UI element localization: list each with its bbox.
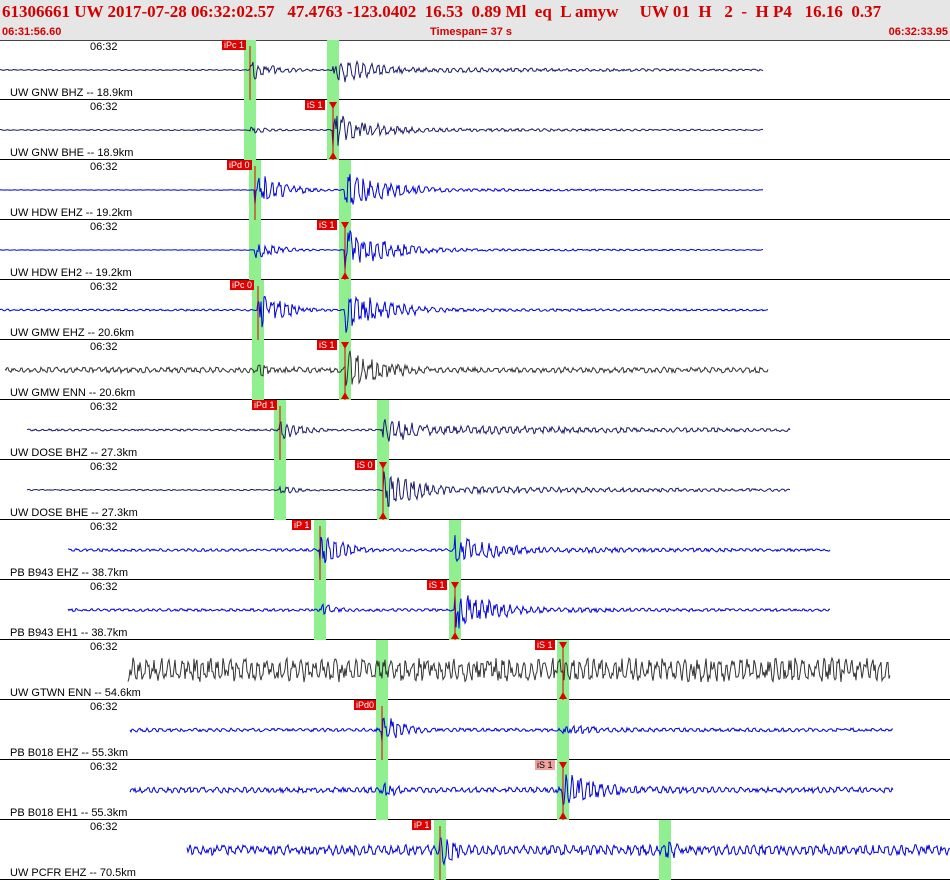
waveform-plot[interactable]	[0, 700, 950, 760]
station-label: UW GNW BHZ -- 18.9km	[10, 87, 133, 99]
waveform-trace	[0, 230, 763, 270]
phase-pick-label[interactable]: iS 1	[305, 100, 325, 110]
time-tick-label: 06:32	[90, 641, 118, 653]
waveform-plot[interactable]	[0, 160, 950, 220]
station-label: UW GTWN ENN -- 54.6km	[10, 687, 141, 699]
waveform-plot[interactable]	[0, 460, 950, 520]
station-label: UW HDW EH2 -- 19.2km	[10, 267, 132, 279]
trace-panel[interactable]: 06:32 UW GMW EHZ -- 20.6km iPc 0	[0, 280, 950, 340]
time-tick-label: 06:32	[90, 341, 118, 353]
waveform-trace	[129, 717, 893, 742]
time-tick-label: 06:32	[90, 581, 118, 593]
trace-panel[interactable]: 06:32 UW GNW BHZ -- 18.9km iPc 1	[0, 40, 950, 100]
waveform-plot[interactable]	[0, 580, 950, 640]
trace-panel[interactable]: 06:32 PB B943 EH1 -- 38.7km iS 1	[0, 580, 950, 640]
station-label: UW GNW BHE -- 18.9km	[10, 147, 134, 159]
seismogram-panels[interactable]: 06:32 UW GNW BHZ -- 18.9km iPc 1 06:32 UW GN…	[0, 40, 950, 880]
waveform-trace	[127, 656, 891, 683]
waveform-plot[interactable]	[0, 820, 950, 880]
trace-panel[interactable]: 06:32 UW HDW EHZ -- 19.2km iPd 0	[0, 160, 950, 220]
waveform-plot[interactable]	[0, 640, 950, 700]
time-tick-label: 06:32	[90, 521, 118, 533]
s-window	[449, 520, 461, 580]
time-tick-label: 06:32	[90, 221, 118, 233]
phase-pick-label[interactable]: iS 1	[535, 640, 555, 650]
station-label: PB B943 EHZ -- 38.7km	[10, 567, 128, 579]
phase-pick-label[interactable]: iP 1	[292, 520, 312, 530]
phase-pick-label[interactable]: iPd 0	[227, 160, 252, 170]
time-tick-label: 06:32	[90, 701, 118, 713]
waveform-plot[interactable]	[0, 100, 950, 160]
waveform-trace	[26, 471, 790, 507]
trace-panel[interactable]: 06:32 UW GMW ENN -- 20.6km iS 1	[0, 340, 950, 400]
waveform-plot[interactable]	[0, 280, 950, 340]
trace-panel[interactable]: 06:32 UW PCFR EHZ -- 70.5km iP 1	[0, 820, 950, 880]
waveform-trace	[4, 350, 769, 386]
waveform-trace	[129, 774, 894, 808]
station-label: UW GMW ENN -- 20.6km	[10, 387, 136, 399]
waveform-trace	[0, 174, 764, 206]
waveform-trace	[26, 419, 791, 442]
phase-pick-label[interactable]: iS 1	[535, 760, 555, 770]
waveform-trace	[0, 115, 764, 148]
station-label: UW GMW EHZ -- 20.6km	[10, 327, 135, 339]
phase-pick-label[interactable]: iP 1	[412, 820, 432, 830]
station-label: UW HDW EHZ -- 19.2km	[10, 207, 133, 219]
phase-pick-label[interactable]: iS 1	[427, 580, 447, 590]
time-tick-label: 06:32	[90, 41, 118, 53]
trace-panel[interactable]: 06:32 UW GTWN ENN -- 54.6km iS 1	[0, 640, 950, 700]
time-tick-label: 06:32	[90, 401, 118, 413]
trace-panel[interactable]: 06:32 UW GNW BHE -- 18.9km iS 1	[0, 100, 950, 160]
phase-pick-label[interactable]: iS 1	[317, 340, 337, 350]
station-label: PB B943 EH1 -- 38.7km	[10, 627, 128, 639]
waveform-trace	[0, 60, 764, 83]
timespan-label: Timespan= 37 s	[430, 26, 513, 38]
p-window	[376, 760, 388, 820]
phase-pick-label[interactable]: iPc 0	[230, 280, 255, 290]
waveform-plot[interactable]	[0, 760, 950, 820]
trace-panel[interactable]: 06:32 PB B018 EH1 -- 55.3km iS 1	[0, 760, 950, 820]
station-label: UW DOSE BHZ -- 27.3km	[10, 447, 138, 459]
waveform-plot[interactable]	[0, 340, 950, 400]
time-tick-label: 06:32	[90, 821, 118, 833]
waveform-plot[interactable]	[0, 400, 950, 460]
time-tick-label: 06:32	[90, 761, 118, 773]
phase-pick-label[interactable]: iS 1	[317, 220, 337, 230]
trace-panel[interactable]: 06:32 PB B943 EHZ -- 38.7km iP 1	[0, 520, 950, 580]
waveform-plot[interactable]	[0, 220, 950, 280]
end-time: 06:32:33.95	[888, 26, 948, 38]
event-title: 61306661 UW 2017-07-28 06:32:02.57 47.47…	[2, 2, 882, 21]
station-label: UW PCFR EHZ -- 70.5km	[10, 867, 136, 879]
start-time: 06:31:56.60	[2, 26, 62, 38]
waveform-plot[interactable]	[0, 520, 950, 580]
phase-pick-label[interactable]: iPd 1	[252, 400, 277, 410]
trace-panel[interactable]: 06:32 UW DOSE BHE -- 27.3km iS 0	[0, 460, 950, 520]
time-tick-label: 06:32	[90, 101, 118, 113]
phase-pick-label[interactable]: iPd0	[354, 700, 377, 710]
phase-pick-label[interactable]: iS 0	[355, 460, 375, 470]
time-tick-label: 06:32	[90, 461, 118, 473]
waveform-trace	[186, 837, 950, 866]
time-tick-label: 06:32	[90, 281, 118, 293]
p-window	[252, 340, 264, 400]
trace-panel[interactable]: 06:32 UW DOSE BHZ -- 27.3km iPd 1	[0, 400, 950, 460]
waveform-plot[interactable]	[0, 40, 950, 100]
time-tick-label: 06:32	[90, 161, 118, 173]
station-label: PB B018 EH1 -- 55.3km	[10, 807, 128, 819]
event-header: 61306661 UW 2017-07-28 06:32:02.57 47.47…	[0, 0, 950, 41]
trace-panel[interactable]: 06:32 UW HDW EH2 -- 19.2km iS 1	[0, 220, 950, 280]
phase-pick-label[interactable]: iPc 1	[222, 40, 247, 50]
station-label: UW DOSE BHE -- 27.3km	[10, 507, 138, 519]
station-label: PB B018 EHZ -- 55.3km	[10, 747, 128, 759]
trace-panel[interactable]: 06:32 PB B018 EHZ -- 55.3km iPd0	[0, 700, 950, 760]
